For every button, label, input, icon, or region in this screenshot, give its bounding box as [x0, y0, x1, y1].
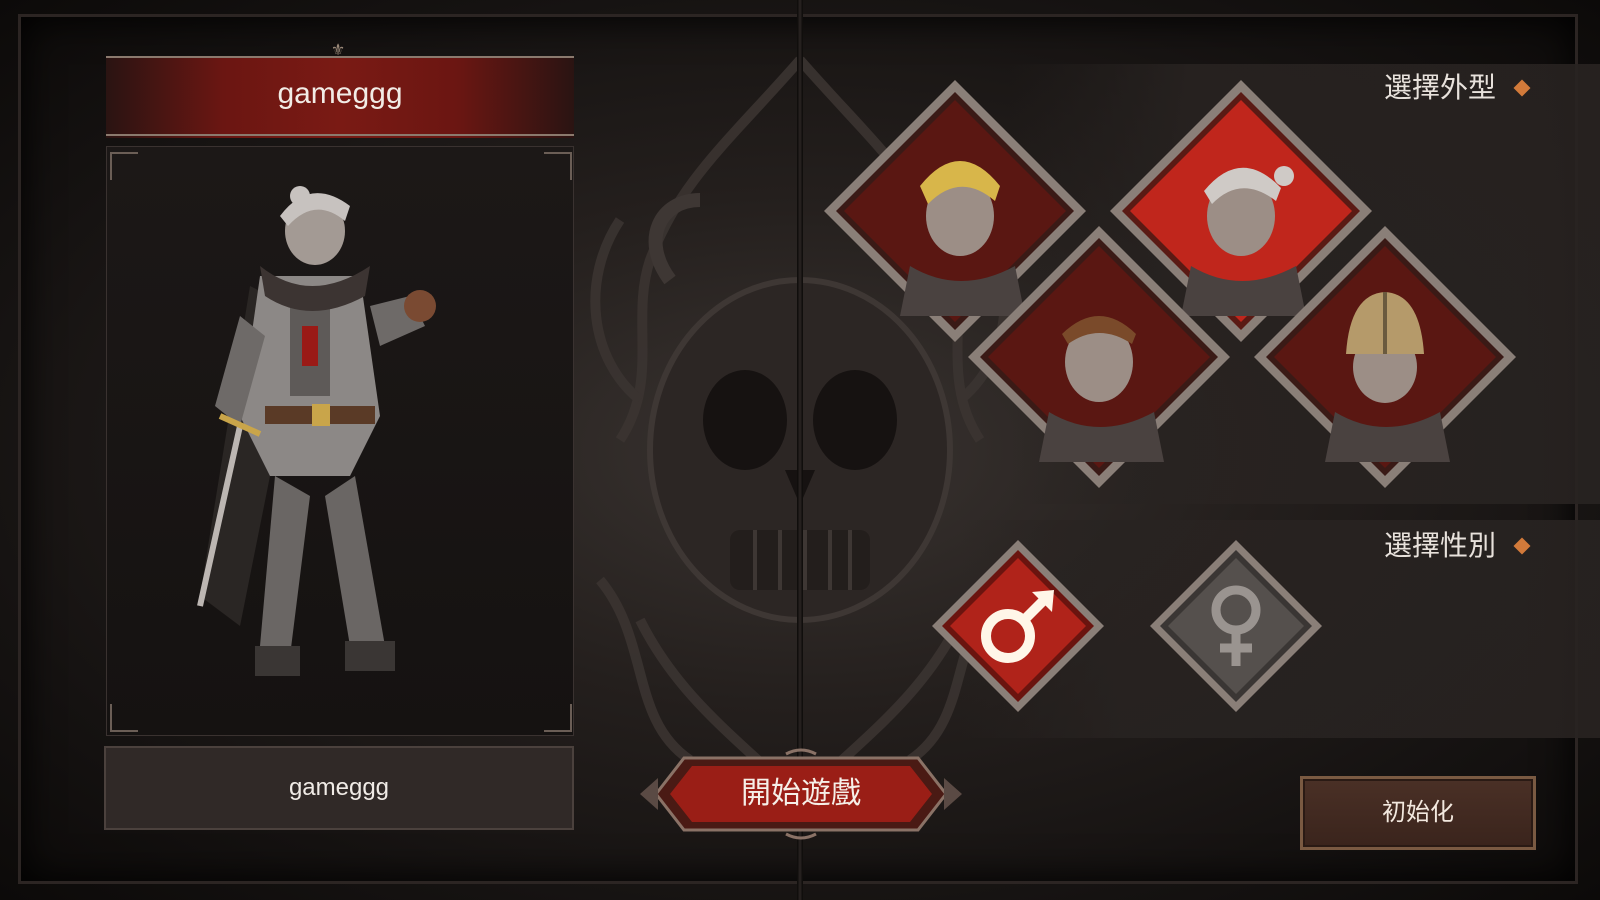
banner-crest-icon: ⚜ [330, 40, 346, 59]
gender-section-title: 選擇性別 [1383, 529, 1496, 562]
gender-option-female[interactable] [1146, 536, 1326, 716]
start-game-label: 開始遊戲 [741, 776, 861, 811]
female-symbol-icon [1150, 540, 1322, 712]
appearance-option-helmeted[interactable] [1250, 222, 1520, 492]
knight-character-icon [197, 186, 436, 676]
frame-corner [544, 704, 572, 732]
appearance-option-brown-short[interactable] [964, 222, 1234, 492]
banner-rule-bottom [106, 134, 574, 136]
reset-button[interactable]: 初始化 [1300, 776, 1536, 850]
gender-option-male[interactable] [928, 536, 1108, 716]
frame-corner [110, 152, 138, 180]
name-input-field[interactable]: gameggg [104, 746, 574, 830]
frame-corner [110, 704, 138, 732]
brown-short-hair-portrait-icon [968, 226, 1230, 488]
helmeted-portrait-icon [1254, 226, 1516, 488]
male-symbol-icon [932, 540, 1104, 712]
start-game-button[interactable]: 開始遊戲 [636, 748, 966, 840]
player-name-title: gameggg [277, 77, 403, 110]
frame-corner [544, 152, 572, 180]
